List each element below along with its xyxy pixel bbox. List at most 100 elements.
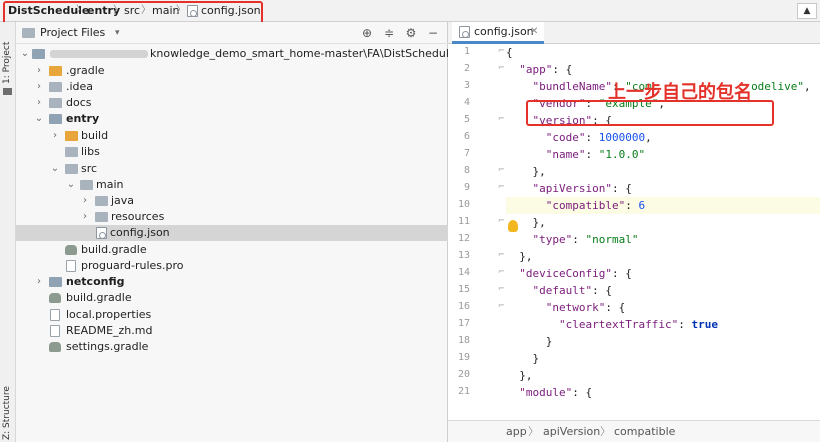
code-token: }, — [532, 165, 546, 178]
chevron-right-icon[interactable]: › — [80, 209, 90, 225]
fold-icon[interactable]: ⌐ — [498, 250, 506, 259]
status-crumb-compatible[interactable]: compatible — [614, 421, 675, 442]
line-number: 17 — [457, 318, 470, 329]
structure-tool-tab[interactable]: Z: Structure — [2, 386, 12, 440]
close-icon[interactable]: ✕ — [530, 22, 538, 42]
tree-item-label: proguard-rules.pro — [81, 259, 184, 272]
tree-item[interactable]: proguard-rules.pro — [16, 258, 448, 274]
code-line: "code": 1000000, — [506, 129, 652, 146]
code-token: , — [804, 80, 811, 93]
tree-item[interactable]: › resources — [16, 209, 448, 225]
chevron-down-icon[interactable]: ⌄ — [50, 161, 60, 177]
tree-item[interactable]: settings.gradle — [16, 339, 448, 355]
chevron-down-icon[interactable]: ⌄ — [66, 177, 76, 193]
line-number: 11 — [457, 216, 470, 227]
module-folder-icon — [49, 114, 62, 124]
tree-item[interactable]: › netconfig — [16, 274, 448, 290]
chevron-right-icon[interactable]: › — [34, 63, 44, 79]
fold-icon[interactable]: ⌐ — [498, 46, 506, 55]
tree-item-selected[interactable]: config.json — [16, 225, 448, 241]
line-number: 18 — [457, 335, 470, 346]
hide-icon[interactable]: − — [426, 26, 440, 40]
json-file-icon — [459, 26, 470, 38]
tree-item[interactable]: ⌄ src — [16, 161, 448, 177]
folder-icon — [49, 98, 62, 108]
tree-root[interactable]: ⌄ knowledge_demo_smart_home-master\FA\Di… — [16, 46, 456, 62]
settings-icon[interactable]: ⚙ — [404, 26, 418, 40]
fold-icon[interactable]: ⌐ — [498, 114, 506, 123]
tree-item[interactable]: › .gradle — [16, 63, 448, 79]
line-number: 15 — [457, 284, 470, 295]
tree-item-label: entry — [66, 112, 100, 125]
line-number: 5 — [463, 114, 470, 125]
fold-icon[interactable]: ⌐ — [498, 165, 506, 174]
code-token: : { — [611, 267, 632, 280]
tool-window-strip: 1: Project Z: Structure — [0, 22, 16, 442]
tree-item-label: settings.gradle — [66, 340, 149, 353]
tree-item-label: libs — [81, 145, 100, 158]
tab-config-json[interactable]: config.json ✕ — [452, 22, 544, 44]
database-icon[interactable]: ▲ — [797, 3, 817, 19]
gradle-icon — [65, 245, 77, 255]
status-crumb-app[interactable]: app — [506, 421, 527, 442]
fold-icon[interactable]: ⌐ — [498, 267, 506, 276]
code-token: }, — [532, 216, 546, 229]
tree-item-label: docs — [66, 96, 92, 109]
tree-item[interactable]: build.gradle — [16, 242, 448, 258]
tree-item[interactable]: ⌄ entry — [16, 111, 448, 127]
json-key: "module" — [519, 386, 573, 399]
tree-item[interactable]: libs — [16, 144, 448, 160]
tree-item[interactable]: › build — [16, 128, 448, 144]
line-number: 4 — [463, 97, 470, 108]
line-number: 3 — [463, 80, 470, 91]
tree-item[interactable]: › docs — [16, 95, 448, 111]
lightbulb-icon[interactable] — [508, 220, 518, 232]
folder-icon — [22, 28, 35, 38]
resources-folder-icon — [95, 212, 108, 222]
json-key: "cleartextTraffic" — [558, 318, 679, 331]
chevron-down-icon[interactable]: ⌄ — [20, 46, 30, 62]
tree-item[interactable]: › java — [16, 193, 448, 209]
fold-icon[interactable]: ⌐ — [498, 301, 506, 310]
fold-icon[interactable]: ⌐ — [498, 216, 506, 225]
chevron-right-icon[interactable]: › — [80, 193, 90, 209]
chevron-down-icon[interactable]: ⌄ — [34, 111, 44, 127]
fold-icon[interactable]: ⌐ — [498, 284, 506, 293]
locate-icon[interactable]: ⊕ — [360, 26, 374, 40]
tree-item[interactable]: build.gradle — [16, 290, 448, 306]
tree-item-label: config.json — [110, 226, 170, 239]
project-tool-tab[interactable]: 1: Project — [2, 42, 12, 84]
file-icon — [50, 309, 60, 321]
code-token: : — [585, 131, 599, 144]
chevron-right-icon[interactable]: › — [34, 274, 44, 290]
tree-item-label: build — [81, 129, 109, 142]
project-panel-header: Project Files ▾ ⊕ ≑ ⚙ − — [16, 22, 448, 44]
chevron-right-icon[interactable]: › — [34, 79, 44, 95]
chevron-right-icon[interactable]: › — [50, 128, 60, 144]
tree-item[interactable]: › .idea — [16, 79, 448, 95]
chevron-down-icon[interactable]: ▾ — [115, 22, 120, 44]
code-token: }, — [519, 250, 533, 263]
json-key: "app" — [519, 63, 553, 76]
collapse-icon[interactable]: ≑ — [382, 26, 396, 40]
code-line: }, — [506, 248, 533, 265]
fold-icon[interactable]: ⌐ — [498, 63, 506, 72]
tab-label: config.json — [474, 25, 534, 38]
line-number: 10 — [457, 199, 470, 210]
code-line: "cleartextTraffic": true — [506, 316, 718, 333]
tree-item-label: .idea — [66, 80, 94, 93]
line-number: 8 — [463, 165, 470, 176]
json-boolean: true — [691, 318, 718, 331]
chevron-right-icon[interactable]: › — [34, 95, 44, 111]
tree-item[interactable]: ⌄ main — [16, 177, 448, 193]
status-crumb-apiversion[interactable]: apiVersion — [543, 421, 600, 442]
folder-icon — [65, 131, 78, 141]
fold-icon[interactable]: ⌐ — [498, 182, 506, 191]
project-view-selector[interactable]: Project Files — [40, 22, 105, 44]
tree-item[interactable]: local.properties — [16, 307, 448, 323]
tree-item-label: local.properties — [66, 308, 152, 321]
tree-item[interactable]: README_zh.md — [16, 323, 448, 339]
code-token: }, — [519, 369, 533, 382]
code-line: } — [506, 350, 540, 367]
json-key: "type" — [532, 233, 573, 246]
